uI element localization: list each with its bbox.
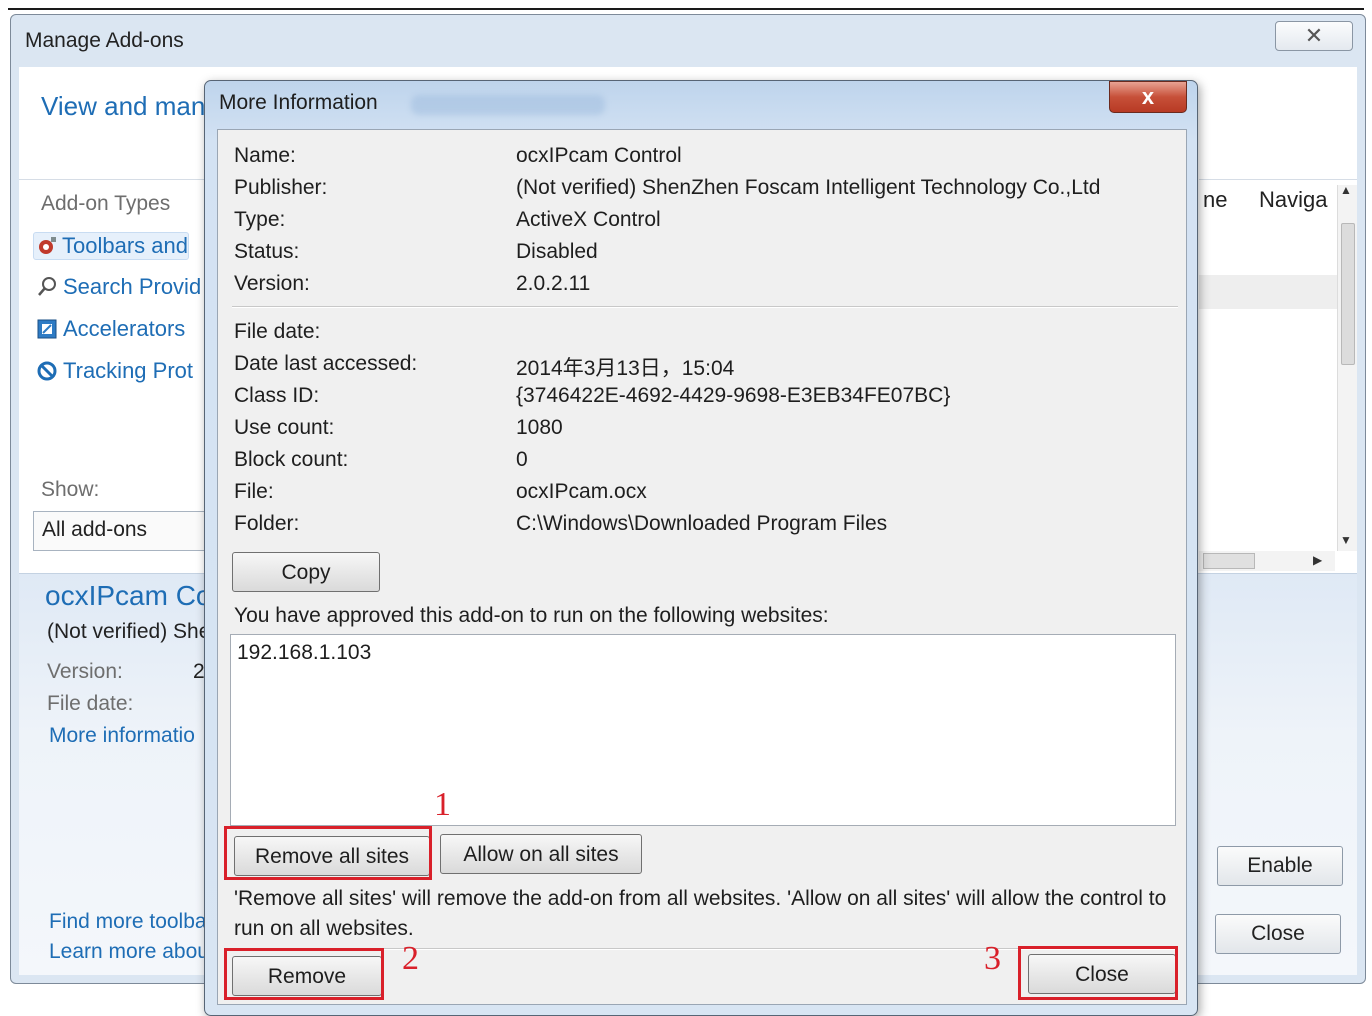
dialog-close-icon[interactable]: x <box>1109 81 1187 113</box>
accelerator-icon <box>35 317 59 341</box>
column-header-name[interactable]: ne <box>1203 187 1227 213</box>
ghost-title-text <box>411 95 605 115</box>
enable-button[interactable]: Enable <box>1217 846 1343 886</box>
use-count-value: 1080 <box>516 416 563 439</box>
highlight-remove-all-sites <box>224 826 432 880</box>
block-icon <box>35 359 59 383</box>
nav-item-search-label: Search Provid <box>63 274 202 299</box>
gear-icon <box>34 234 58 258</box>
copy-button[interactable]: Copy <box>232 552 380 592</box>
folder-label: Folder: <box>234 512 300 535</box>
date-last-accessed-value: 2014年3月13日，15:04 <box>516 357 735 380</box>
addon-list[interactable] <box>1199 179 1357 573</box>
publisher-value: (Not verified) ShenZhen Foscam Intellige… <box>516 176 1101 199</box>
detail-publisher: (Not verified) She <box>47 620 211 643</box>
top-rule <box>8 8 1364 10</box>
version-label: Version: <box>234 272 310 295</box>
publisher-label: Publisher: <box>234 176 328 199</box>
file-value: ocxIPcam.ocx <box>516 480 647 503</box>
nav-item-tracking-label: Tracking Prot <box>63 358 194 383</box>
site-list-item[interactable]: 192.168.1.103 <box>237 641 371 665</box>
block-count-value: 0 <box>516 448 528 471</box>
version-value: 2.0.2.11 <box>516 272 591 295</box>
detail-version-label: Version: <box>47 660 123 683</box>
scrollbar-thumb[interactable] <box>1341 223 1355 365</box>
step-number-3: 3 <box>984 940 1001 977</box>
nav-item-tracking-protection[interactable]: Tracking Prot <box>35 358 193 384</box>
use-count-label: Use count: <box>234 416 335 439</box>
hscrollbar-thumb[interactable] <box>1203 553 1255 569</box>
manage-addons-heading: View and man <box>41 91 206 121</box>
scroll-right-icon[interactable]: ▶ <box>1313 553 1322 567</box>
horizontal-scrollbar[interactable]: ▶ <box>1199 551 1335 571</box>
highlight-remove <box>224 948 384 1000</box>
vertical-scrollbar[interactable]: ▲ ▼ <box>1337 183 1357 551</box>
manage-addons-title: Manage Add-ons <box>25 29 184 52</box>
status-value: Disabled <box>516 240 598 263</box>
dialog-title: More Information <box>219 91 378 114</box>
nav-item-toolbars-label: Toolbars and <box>62 233 188 258</box>
step-number-2: 2 <box>402 940 419 977</box>
class-id-label: Class ID: <box>234 384 320 407</box>
remove-allow-explanation: 'Remove all sites' will remove the add-o… <box>234 887 1167 940</box>
block-count-label: Block count: <box>234 448 349 471</box>
type-label: Type: <box>234 208 286 231</box>
list-row[interactable] <box>1199 275 1339 309</box>
manager-close-button[interactable]: Close <box>1215 914 1341 954</box>
name-value: ocxIPcam Control <box>516 144 682 167</box>
folder-value: C:\Windows\Downloaded Program Files <box>516 512 888 535</box>
show-label: Show: <box>41 478 100 501</box>
type-value: ActiveX Control <box>516 208 661 231</box>
find-more-link[interactable]: Find more toolba <box>49 910 207 934</box>
step-number-1: 1 <box>434 786 451 823</box>
highlight-close <box>1018 946 1178 1000</box>
status-label: Status: <box>234 240 300 263</box>
addon-types-label: Add-on Types <box>41 192 171 215</box>
divider <box>232 306 1178 308</box>
approved-sites-list[interactable]: 192.168.1.103 <box>230 634 1176 826</box>
allow-on-all-sites-button[interactable]: Allow on all sites <box>440 834 642 874</box>
approved-sites-text: You have approved this add-on to run on … <box>234 604 829 627</box>
nav-item-accelerators[interactable]: Accelerators <box>35 316 185 342</box>
file-date-label: File date: <box>234 320 321 343</box>
search-icon <box>35 275 59 299</box>
class-id-value: {3746422E-4692-4429-9698-E3EB34FE07BC} <box>516 384 951 407</box>
manage-addons-close-icon[interactable]: ✕ <box>1275 21 1353 51</box>
detail-addon-name: ocxIPcam Co <box>45 580 212 611</box>
nav-item-accelerators-label: Accelerators <box>63 316 186 341</box>
learn-more-link[interactable]: Learn more abou <box>49 940 209 964</box>
show-dropdown[interactable]: All add-ons <box>33 511 233 551</box>
column-header-navigation[interactable]: Naviga <box>1259 187 1327 213</box>
date-last-accessed-label: Date last accessed: <box>234 352 418 375</box>
scroll-up-icon[interactable]: ▲ <box>1340 183 1352 197</box>
nav-item-search-providers[interactable]: Search Provid <box>35 274 201 300</box>
detail-filedate-label: File date: <box>47 692 134 715</box>
scroll-down-icon[interactable]: ▼ <box>1340 533 1352 547</box>
file-label: File: <box>234 480 274 503</box>
nav-item-toolbars[interactable]: Toolbars and <box>33 232 189 260</box>
name-label: Name: <box>234 144 296 167</box>
more-information-link[interactable]: More informatio <box>49 724 195 748</box>
